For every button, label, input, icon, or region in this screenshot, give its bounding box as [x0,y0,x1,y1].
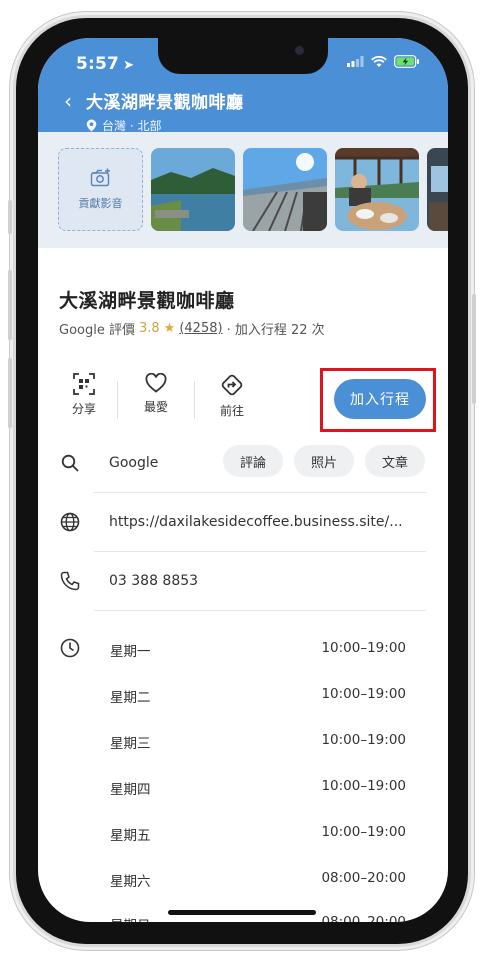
mute-switch [8,200,12,234]
directions-button[interactable]: 前往 [204,373,260,419]
review-count-link[interactable]: (4258) [179,321,222,336]
signal-icon [347,56,364,67]
hours-row: 星期五 10:00–19:00 [110,824,406,844]
google-search-link[interactable]: Google [109,455,158,471]
website-row[interactable]: https://daxilakesidecoffee.business.site… [56,510,426,534]
website-link[interactable]: https://daxilakesidecoffee.business.site… [109,514,403,530]
heart-icon [145,373,167,393]
screen: 5:57 ➤ ‹ 大溪湖畔景觀咖啡廳 台灣 · 北部 貢獻影音 大溪湖畔景觀咖啡… [38,38,448,922]
hours-row: 星期日08:00–20:00 [110,914,406,922]
gallery-photo-dining[interactable] [335,148,419,231]
favorite-button[interactable]: 最愛 [128,373,184,415]
status-icons [347,55,420,68]
phone-icon [60,571,80,591]
volume-up-button [8,270,12,340]
home-indicator[interactable] [168,910,316,915]
chip-reviews[interactable]: 評論 [223,445,283,477]
gallery-photo-terrace[interactable] [243,148,327,231]
directions-icon [221,374,243,396]
phone-row[interactable]: 03 388 8853 [56,569,426,593]
share-button[interactable]: 分享 [56,373,112,417]
phone-number[interactable]: 03 388 8853 [109,573,198,589]
back-button[interactable]: ‹ [64,91,72,111]
hours-row: 星期六 08:00–20:00 [110,870,406,890]
rating-score: 3.8 [138,321,160,336]
wifi-icon [371,55,387,67]
trip-count: · 加入行程 22 次 [226,323,325,338]
rating-source: Google 評價 [59,323,135,338]
gallery-photo-lake[interactable] [151,148,235,231]
hours-row: 星期二 10:00–19:00 [110,686,406,706]
add-photo-icon [90,168,110,187]
contribute-media-button[interactable]: 貢獻影音 [58,148,143,231]
chip-photos[interactable]: 照片 [294,445,354,477]
place-name: 大溪湖畔景觀咖啡廳 [59,290,235,312]
hours-row: 星期一 10:00–19:00 [110,640,406,660]
gallery-photo-interior[interactable] [427,148,448,231]
photo-gallery[interactable]: 貢獻影音 [38,132,448,248]
location-pin-icon [86,119,97,132]
chip-articles[interactable]: 文章 [365,445,425,477]
hours-row: 星期三 10:00–19:00 [110,732,406,752]
share-qr-icon [73,373,95,395]
clock-icon [60,638,80,658]
add-to-trip-button[interactable]: 加入行程 [334,379,426,419]
globe-icon [60,512,80,532]
header-title: 大溪湖畔景觀咖啡廳 [86,93,244,113]
search-icon [61,454,79,472]
volume-down-button [8,358,12,428]
contribute-media-label: 貢獻影音 [78,197,123,210]
power-button [472,294,476,404]
rating-summary: Google 評價 3.8 ★ (4258) · 加入行程 22 次 [59,319,325,338]
star-icon: ★ [163,321,176,336]
notch [158,38,328,74]
hours-row: 星期四 10:00–19:00 [110,778,406,798]
status-time: 5:57 ➤ [76,54,135,74]
battery-charging-icon [394,55,419,68]
